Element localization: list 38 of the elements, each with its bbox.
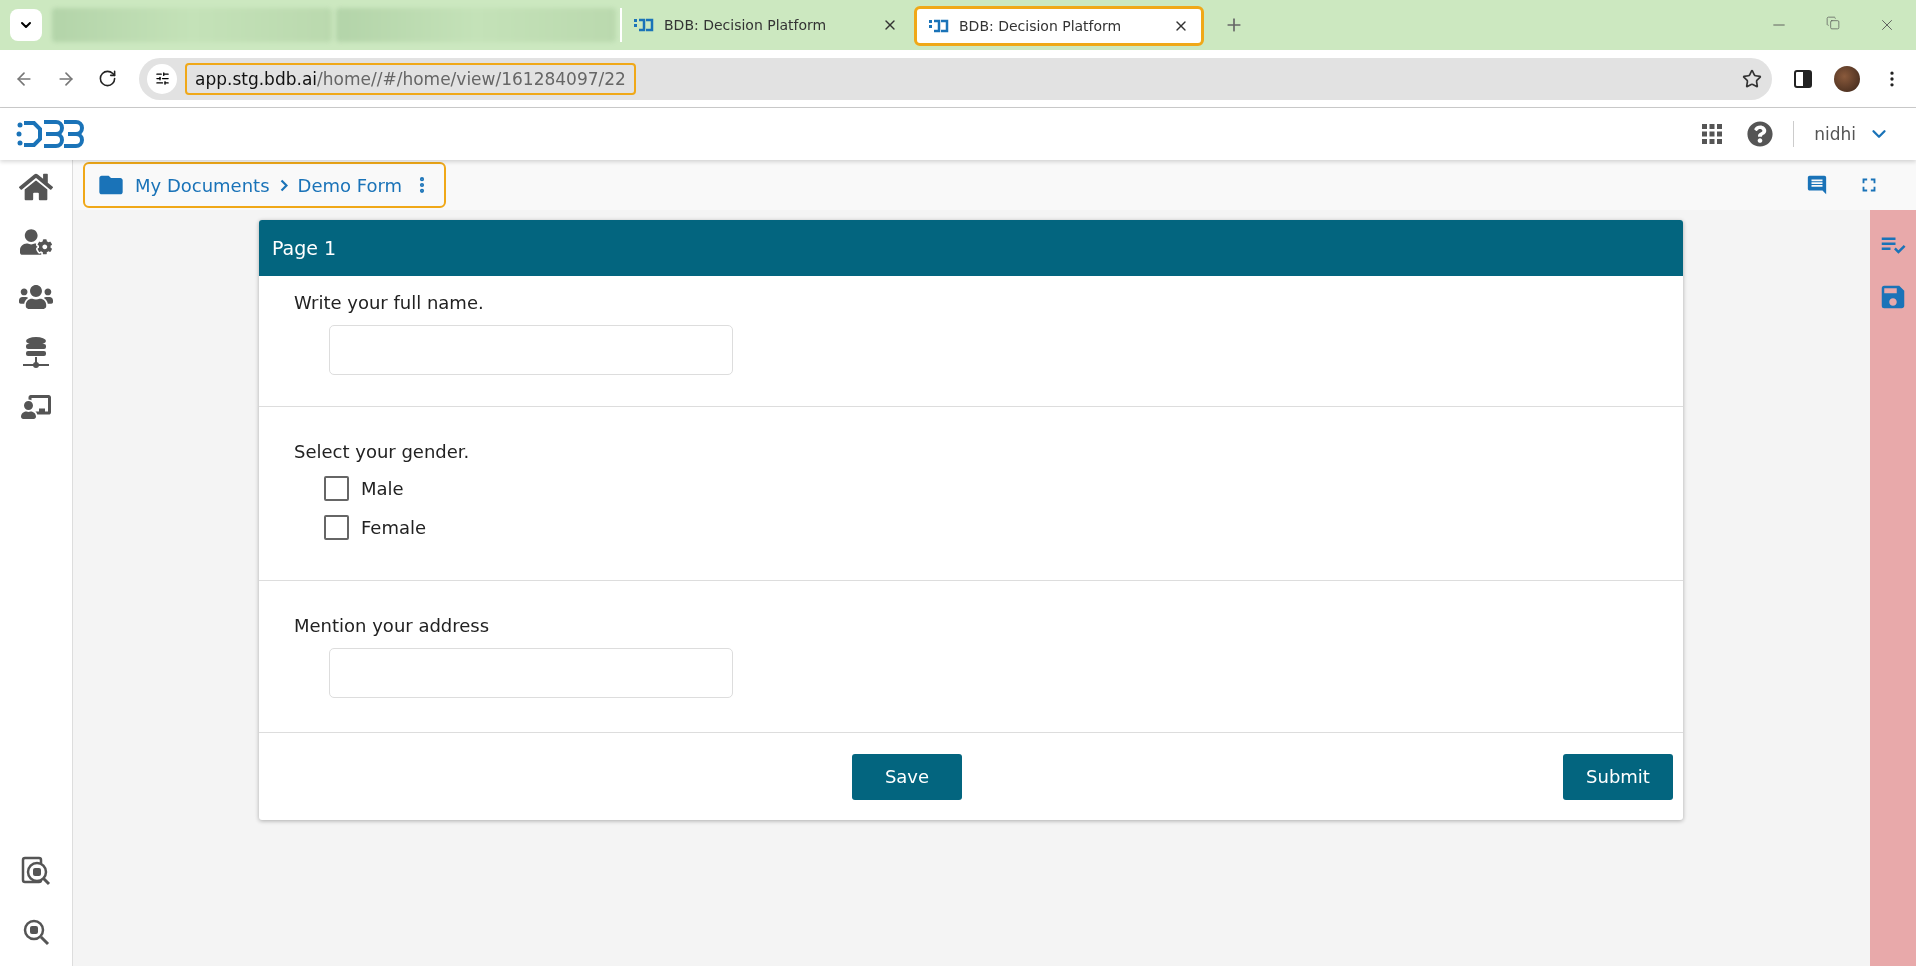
tab-search-button[interactable]	[10, 9, 42, 41]
reload-icon[interactable]	[98, 69, 117, 88]
bookmark-icon[interactable]	[1742, 68, 1762, 89]
option-label: Male	[361, 478, 404, 499]
avatar[interactable]	[1834, 65, 1860, 92]
question-label: Mention your address	[294, 615, 491, 636]
user-name[interactable]: nidhi	[1814, 124, 1856, 144]
save-button[interactable]: Save	[852, 753, 962, 800]
help-icon[interactable]	[1747, 121, 1774, 147]
breadcrumb-link[interactable]: My Documents	[135, 174, 270, 196]
tab-title: BDB: Decision Platform	[959, 18, 1123, 34]
question-label: Write your full name.	[294, 292, 485, 313]
browser-tab[interactable]: BDB: Decision Platform	[914, 6, 1204, 46]
chevron-right-icon	[279, 178, 288, 192]
page-title: Page 1	[259, 220, 1683, 276]
presenter-icon[interactable]	[21, 392, 51, 422]
text-input[interactable]	[329, 325, 733, 375]
address-bar[interactable]: app.stg.bdb.ai/home//#/home/view/161284097/22	[139, 57, 1772, 100]
comment-icon[interactable]	[1806, 174, 1828, 196]
checkbox[interactable]	[324, 515, 349, 540]
site-info-button[interactable]	[147, 63, 177, 94]
logo-icon	[634, 18, 654, 32]
url-text: app.stg.bdb.ai/home//#/home/view/161284097/22	[185, 62, 636, 95]
breadcrumb-link[interactable]: Demo Form	[297, 174, 403, 196]
text-input[interactable]	[329, 648, 733, 698]
sliders-icon	[154, 71, 170, 86]
logo-icon	[16, 117, 84, 151]
side-panel-icon[interactable]	[1794, 69, 1812, 88]
tab-title: BDB: Decision Platform	[664, 17, 828, 33]
logo-icon	[929, 19, 949, 33]
user-gear-icon[interactable]	[20, 226, 52, 258]
question-label: Select your gender.	[294, 441, 471, 462]
database-network-icon[interactable]	[22, 336, 50, 370]
browser-tab[interactable]: BDB: Decision Platform	[620, 8, 910, 42]
checkbox[interactable]	[324, 476, 349, 501]
submit-button[interactable]: Submit	[1563, 753, 1673, 800]
option-label: Female	[361, 517, 427, 538]
notebook-search-icon[interactable]	[21, 856, 51, 888]
